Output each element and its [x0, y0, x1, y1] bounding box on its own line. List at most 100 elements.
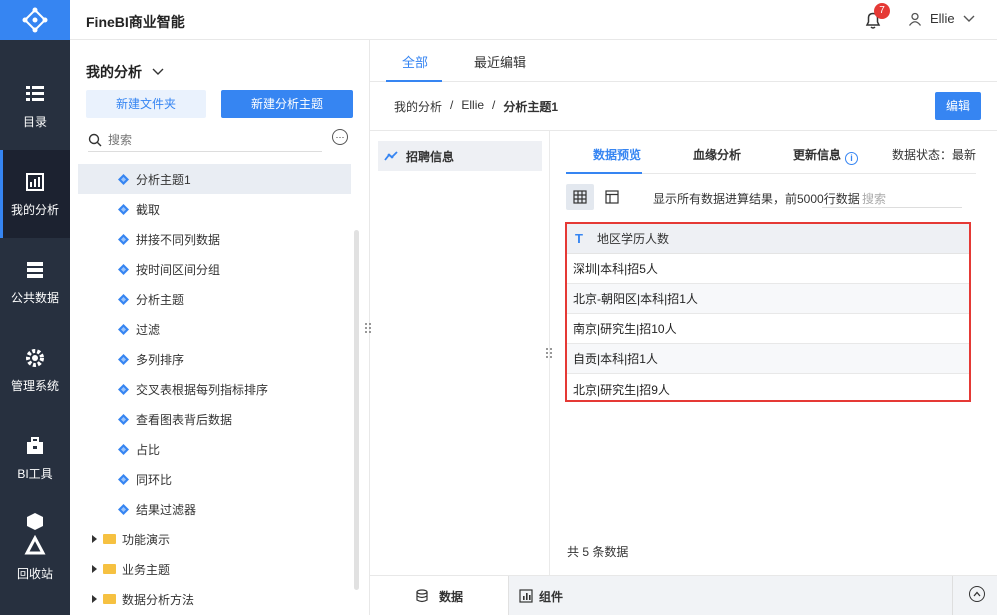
nav-label: 我的分析	[10, 202, 59, 217]
line-chart-icon	[384, 151, 398, 161]
app-title: FineBI商业智能	[86, 14, 185, 30]
edit-button[interactable]: 编辑	[935, 92, 981, 120]
tree-item[interactable]: 分析主题1	[78, 164, 351, 194]
catalog-icon	[26, 85, 44, 101]
collapse-up-icon[interactable]	[969, 586, 985, 602]
table-row: 北京-朝阳区|本科|招1人	[567, 284, 969, 314]
logo[interactable]	[0, 0, 70, 40]
tree-item[interactable]: 截取	[78, 194, 351, 224]
breadcrumb-current: 分析主题1	[503, 100, 559, 114]
tree-item[interactable]: 按时间区间分组	[78, 254, 351, 284]
main-content: 全部 最近编辑 我的分析 / Ellie / 分析主题1 编辑 招聘信息 数据预…	[365, 40, 997, 615]
tree-item-label: 结果过滤器	[136, 502, 197, 517]
tree-folder-label: 功能演示	[122, 532, 171, 547]
search-input[interactable]	[108, 132, 308, 147]
tree-item[interactable]: 分析主题	[78, 284, 351, 314]
table-header[interactable]: T 地区学历人数	[567, 224, 969, 254]
subject-icon	[118, 263, 129, 275]
breadcrumb: 我的分析 / Ellie / 分析主题1	[394, 98, 558, 115]
nav-item-my-analysis[interactable]: 我的分析	[0, 150, 70, 238]
tree-item[interactable]: 拼接不同列数据	[78, 224, 351, 254]
subject-icon	[118, 203, 129, 215]
tree-item[interactable]: 过滤	[78, 314, 351, 344]
row-count: 共 5 条数据	[567, 545, 629, 559]
tree-item-label: 多列排序	[136, 352, 185, 367]
tree-item-label: 交叉表根据每列指标排序	[136, 382, 269, 397]
top-header: FineBI商业智能 7 Ellie	[70, 0, 997, 40]
data-tab[interactable]: 数据	[370, 576, 508, 615]
dataset-list: 招聘信息	[370, 131, 550, 575]
tree-item[interactable]: 占比	[78, 434, 351, 464]
table-row: 自贡|本科|招1人	[567, 344, 969, 374]
analysis-tree: 分析主题1 截取 拼接不同列数据 按时间区间分组 分析主题 过滤 多列排序 交叉…	[78, 164, 351, 614]
grid-view-button[interactable]	[566, 184, 594, 210]
nav-item-recycle[interactable]: 回收站	[0, 502, 70, 590]
tree-item-label: 分析主题1	[136, 172, 191, 187]
new-folder-button[interactable]: 新建文件夹	[86, 90, 206, 118]
sidebar-title[interactable]: 我的分析	[86, 62, 164, 82]
tree-item-label: 拼接不同列数据	[136, 232, 221, 247]
tree-item[interactable]: 交叉表根据每列指标排序	[78, 374, 351, 404]
more-options-icon[interactable]: ···	[332, 129, 348, 145]
tab-recent[interactable]: 最近编辑	[474, 52, 526, 71]
nav-item-management[interactable]: 管理系统	[0, 326, 70, 414]
user-name: Ellie	[930, 11, 955, 26]
tree-item-label: 同环比	[136, 472, 173, 487]
chevron-down-icon	[963, 15, 975, 22]
dataset-item[interactable]: 招聘信息	[378, 141, 542, 171]
user-icon	[908, 12, 922, 26]
tree-folder[interactable]: 数据分析方法	[78, 584, 351, 614]
user-menu[interactable]: Ellie	[908, 11, 983, 26]
resize-handle-icon[interactable]	[364, 322, 372, 334]
new-subject-button[interactable]: 新建分析主题	[221, 90, 353, 118]
layout-icon	[605, 190, 619, 204]
data-tab-label: 数据	[438, 589, 463, 604]
nav-item-public-data[interactable]: 公共数据	[0, 238, 70, 326]
table-row: 南京|研究生|招10人	[567, 314, 969, 344]
cube-icon	[27, 512, 43, 530]
sidebar-scrollbar[interactable]	[354, 230, 359, 590]
breadcrumb-sep: /	[450, 98, 454, 112]
tab-lineage[interactable]: 血缘分析	[693, 146, 741, 163]
component-tab[interactable]: 组件	[508, 576, 997, 615]
toolbar-search[interactable]: 搜索	[822, 186, 962, 208]
text-type-icon: T	[575, 231, 583, 246]
nav-item-bi-tools[interactable]: BI工具	[0, 414, 70, 502]
breadcrumb-item[interactable]: 我的分析	[394, 98, 442, 115]
subject-icon	[118, 383, 129, 395]
subject-icon	[118, 443, 129, 455]
breadcrumb-item[interactable]: Ellie	[461, 98, 484, 115]
tree-folder[interactable]: 业务主题	[78, 554, 351, 584]
layout-view-button[interactable]	[598, 184, 626, 210]
folder-icon	[103, 534, 116, 544]
caret-right-icon	[92, 535, 97, 543]
data-table: T 地区学历人数 深圳|本科|招5人 北京-朝阳区|本科|招1人 南京|研究生|…	[565, 222, 971, 402]
tab-update-info[interactable]: 更新信息 i	[793, 146, 859, 165]
subject-icon	[118, 173, 129, 185]
tab-all[interactable]: 全部	[402, 52, 428, 71]
tree-item[interactable]: 同环比	[78, 464, 351, 494]
resize-handle-icon[interactable]	[545, 347, 553, 359]
nav-item-catalog[interactable]: 目录	[0, 62, 70, 150]
tree-item[interactable]: 查看图表背后数据	[78, 404, 351, 434]
database-icon	[27, 261, 43, 278]
tree-item[interactable]: 多列排序	[78, 344, 351, 374]
tree-folder-label: 数据分析方法	[122, 592, 195, 607]
recycle-icon	[24, 534, 46, 554]
divider	[952, 576, 953, 615]
sidebar-search	[88, 128, 322, 152]
tree-item-label: 截取	[136, 202, 161, 217]
tree-folder[interactable]: 功能演示	[78, 524, 351, 554]
toolbox-icon	[27, 436, 43, 454]
tree-item[interactable]: 结果过滤器	[78, 494, 351, 524]
subject-icon	[118, 503, 129, 515]
nav-label: BI工具	[17, 466, 53, 481]
subject-icon	[118, 353, 129, 365]
tree-item-label: 占比	[136, 442, 161, 457]
tab-data-preview[interactable]: 数据预览	[593, 146, 641, 163]
database-icon	[416, 589, 428, 603]
subject-icon	[118, 323, 129, 335]
chevron-down-icon	[152, 68, 164, 75]
table-row: 北京|研究生|招9人	[573, 382, 670, 397]
caret-right-icon	[92, 595, 97, 603]
